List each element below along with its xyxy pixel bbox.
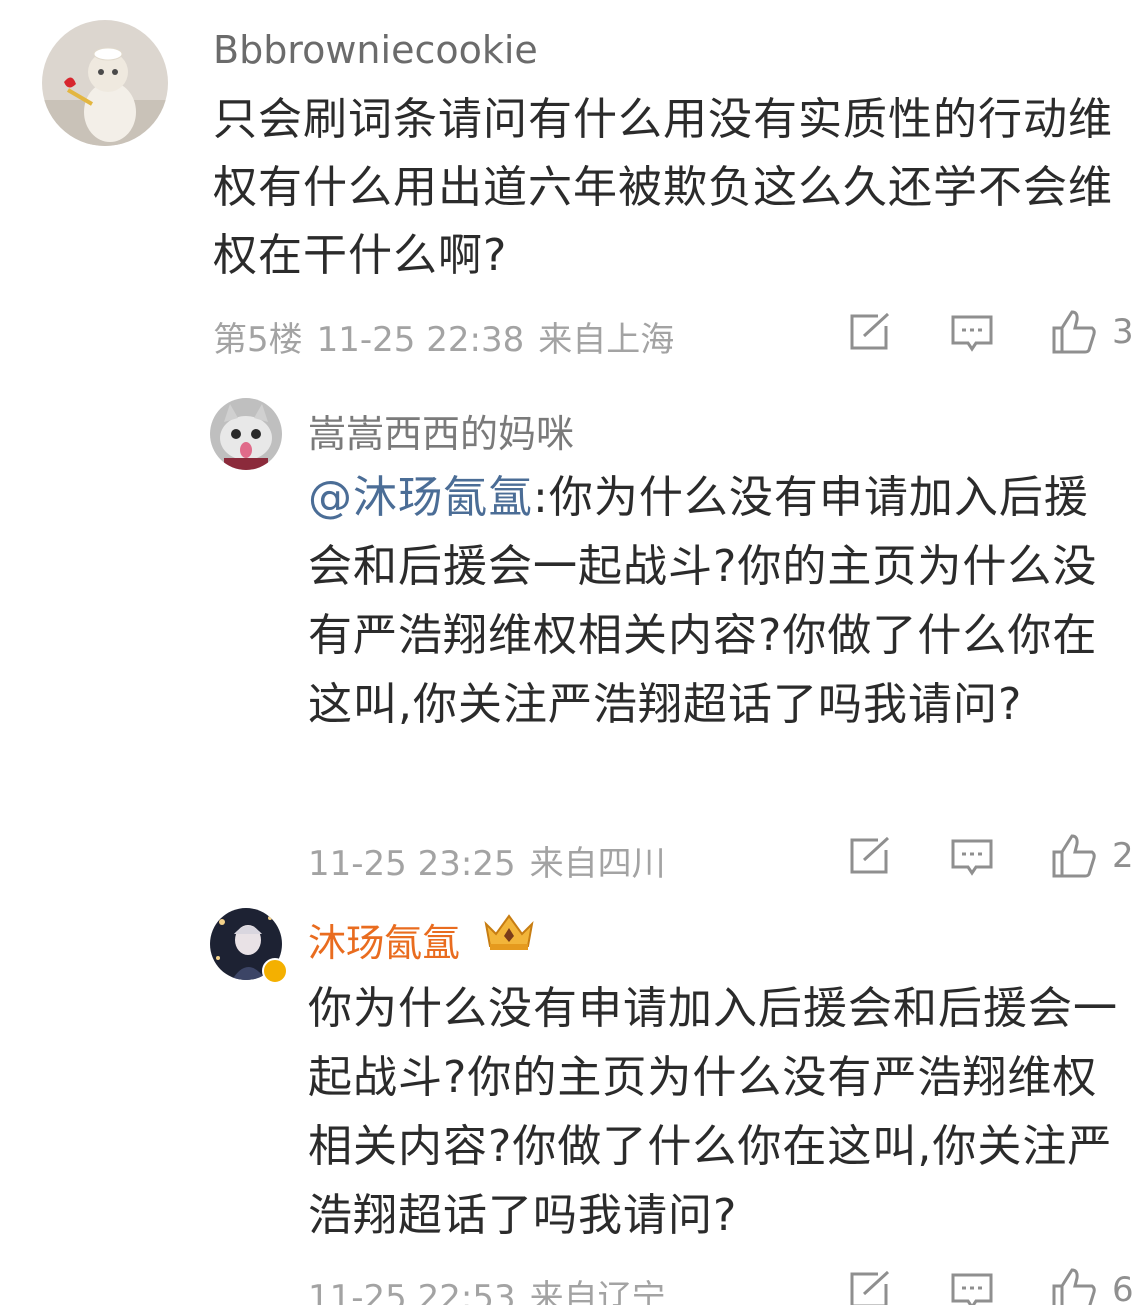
username[interactable]: Bbbrowniecookie xyxy=(213,28,538,72)
comment-text: 只会刷词条请问有什么用没有实质性的行动维权有什么用出道六年被欺负这么久还学不会维… xyxy=(213,94,1113,281)
like-count: 6 xyxy=(1112,1270,1134,1305)
thumbs-up-icon[interactable] xyxy=(1050,832,1098,884)
thumbs-up-icon[interactable] xyxy=(1050,1266,1098,1305)
comment-icon[interactable] xyxy=(950,314,994,358)
username[interactable]: 沐玚氤氲 xyxy=(308,912,460,967)
floor-number: 第5楼 xyxy=(213,320,303,360)
comment-icon[interactable] xyxy=(950,1272,994,1305)
comment-time: 11-25 22:38 xyxy=(316,320,525,360)
crown-badge-icon[interactable] xyxy=(480,910,538,958)
comment-location: 来自四川 xyxy=(529,844,666,884)
reply-text: 你为什么没有申请加入后援会和后援会一起战斗?你的主页为什么没有严浩翔维权相关内容… xyxy=(308,983,1118,1241)
avatar[interactable] xyxy=(42,20,168,146)
share-edit-icon[interactable] xyxy=(848,312,892,356)
reply-text: @沐玚氤氲:你为什么没有申请加入后援会和后援会一起战斗?你的主页为什么没有严浩翔… xyxy=(308,463,1118,739)
thumbs-up-icon[interactable] xyxy=(1050,308,1098,360)
verified-icon xyxy=(262,958,288,984)
avatar[interactable] xyxy=(210,398,282,470)
comment-icon[interactable] xyxy=(950,838,994,882)
comment-time: 11-25 23:25 xyxy=(308,844,516,884)
comment-thread: Bbbrowniecookie 只会刷词条请问有什么用没有实质性的行动维权有什么… xyxy=(0,0,1137,1305)
comment-meta: 11-25 23:25 来自四川 xyxy=(308,836,680,885)
comment-meta: 第5楼 11-25 22:38 来自上海 xyxy=(213,312,688,361)
like-count: 3 xyxy=(1112,312,1134,352)
mention-link[interactable]: @沐玚氤氲 xyxy=(308,472,533,523)
share-edit-icon[interactable] xyxy=(848,1270,892,1305)
username[interactable]: 嵩嵩西西的妈咪 xyxy=(308,403,574,458)
comment-meta: 11-25 22:53 来自辽宁 xyxy=(308,1270,680,1305)
comment-location: 来自上海 xyxy=(538,320,675,360)
comment-time: 11-25 22:53 xyxy=(308,1278,516,1305)
comment-location: 来自辽宁 xyxy=(529,1278,666,1305)
like-count: 2 xyxy=(1112,836,1134,876)
share-edit-icon[interactable] xyxy=(848,836,892,880)
